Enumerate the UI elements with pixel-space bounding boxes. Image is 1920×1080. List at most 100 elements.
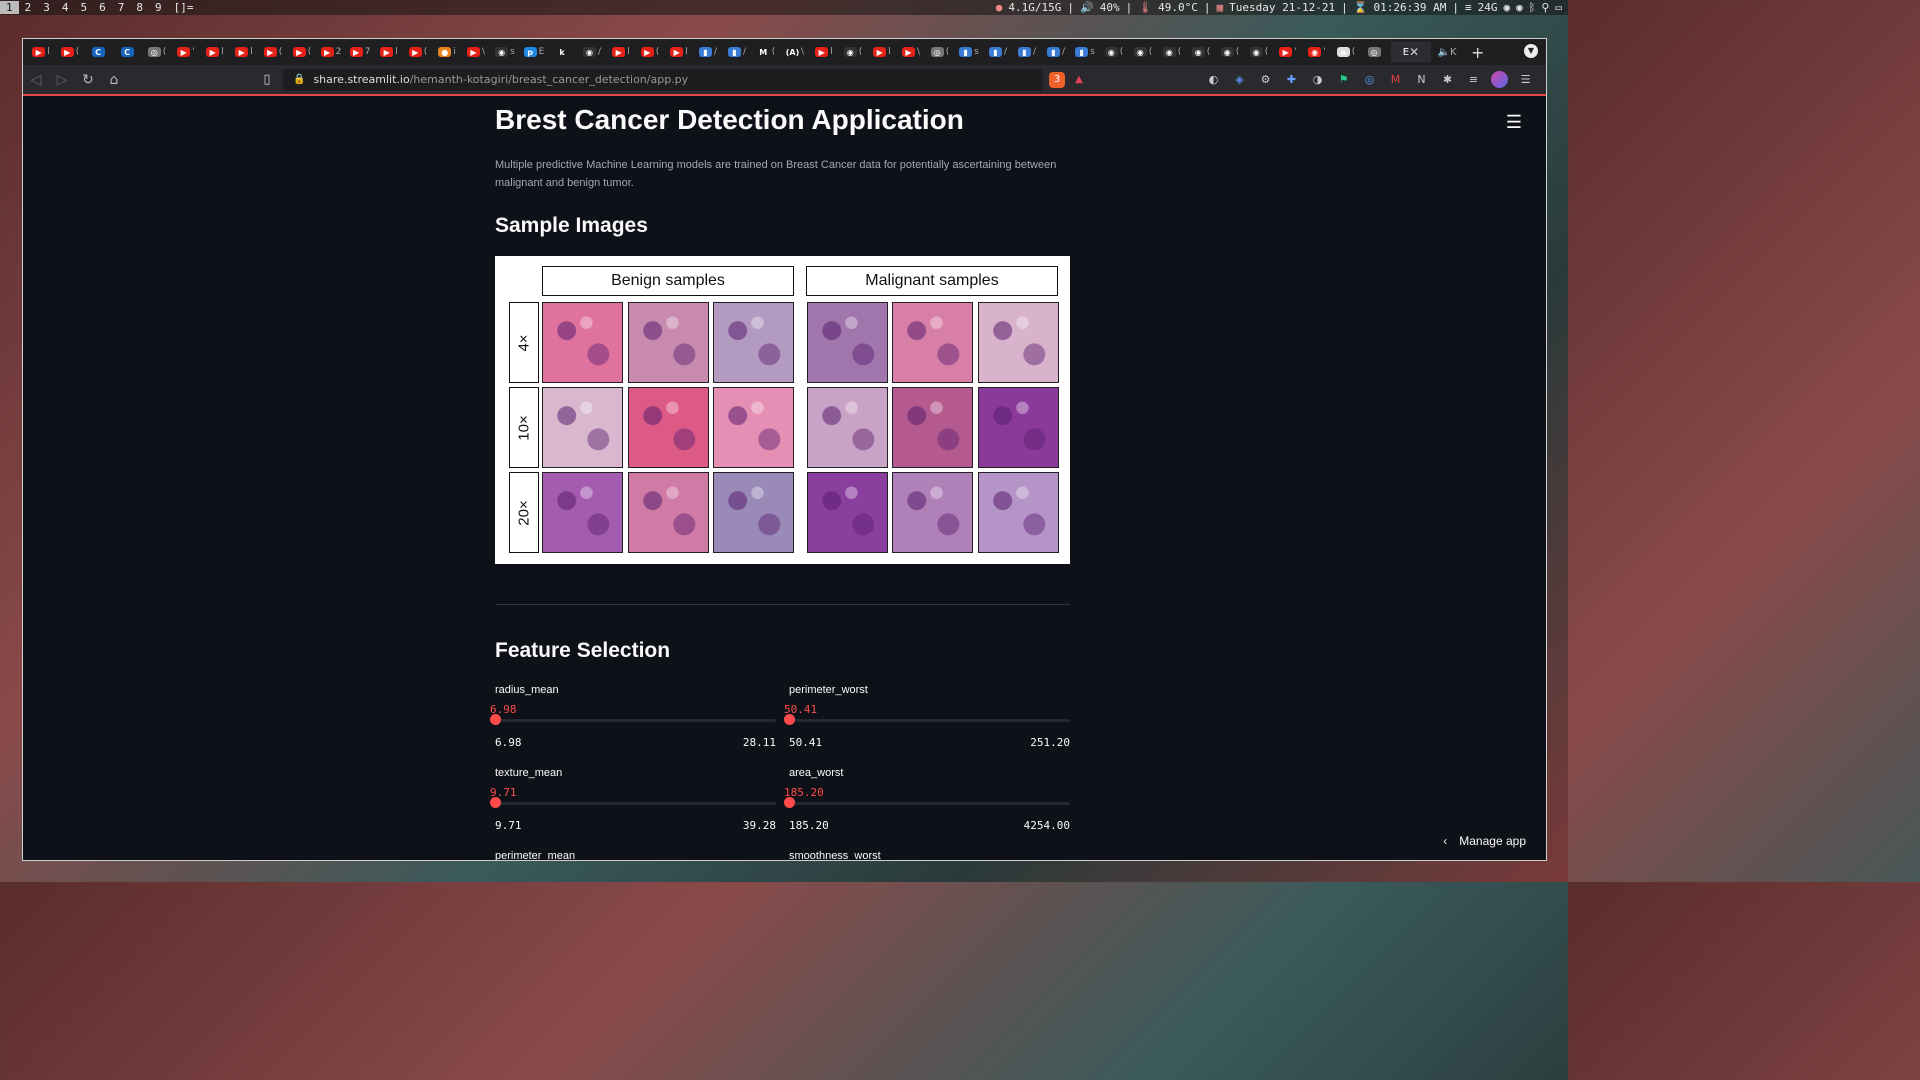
browser-tab[interactable]: ▶ \: [463, 42, 489, 62]
browser-tab[interactable]: ▶(: [289, 42, 315, 62]
browser-tab[interactable]: ◉(: [1188, 42, 1214, 62]
browser-tab[interactable]: C: [86, 42, 112, 62]
browser-tab[interactable]: ▮ /: [695, 42, 721, 62]
browser-tab[interactable]: ▶ l: [869, 42, 895, 62]
browser-tab[interactable]: ▶(: [57, 42, 83, 62]
browser-tab[interactable]: ◎(: [927, 42, 953, 62]
browser-tab[interactable]: ◉ /: [579, 42, 605, 62]
slider-track[interactable]: [789, 719, 1070, 722]
tab-audio[interactable]: 🔈 K: [1434, 42, 1460, 62]
browser-tab[interactable]: ◉(: [1101, 42, 1127, 62]
browser-tab[interactable]: ▶ l: [202, 42, 228, 62]
browser-tab[interactable]: ◉ ': [1304, 42, 1330, 62]
browser-tab[interactable]: ▶(: [405, 42, 431, 62]
workspace-7[interactable]: 7: [112, 1, 131, 14]
browser-tab[interactable]: ▮ /: [1014, 42, 1040, 62]
circle-extension-icon[interactable]: ◑: [1309, 71, 1326, 88]
browser-tab[interactable]: M(: [753, 42, 779, 62]
browser-tab[interactable]: ▶ l: [231, 42, 257, 62]
slider-smoothness-worst[interactable]: smoothness_worst: [789, 850, 1070, 860]
browser-tab[interactable]: C: [115, 42, 141, 62]
browser-tab[interactable]: ◉ s: [492, 42, 518, 62]
browser-tab[interactable]: (A) \: [782, 42, 808, 62]
slider-area-worst[interactable]: area_worst 185.20 185.20 4254.00: [784, 767, 1070, 847]
address-bar[interactable]: 🔒 share.streamlit.io /hemanth-kotagiri/b…: [283, 68, 1043, 91]
forward-arrow-icon[interactable]: ▷: [49, 72, 75, 88]
back-arrow-icon[interactable]: ◁: [23, 72, 49, 88]
home-icon[interactable]: ⌂: [101, 72, 127, 88]
browser-tab[interactable]: ▮ s: [1072, 42, 1098, 62]
workspace-5[interactable]: 5: [75, 1, 94, 14]
close-tab-icon[interactable]: ✕: [1409, 45, 1419, 59]
browser-tab[interactable]: ▮ s: [956, 42, 982, 62]
slider-texture-mean[interactable]: texture_mean 9.71 9.71 39.28: [490, 767, 776, 847]
slider-track[interactable]: [495, 802, 776, 805]
new-tab-button[interactable]: +: [1471, 43, 1484, 62]
browser-tab[interactable]: ▮ /: [985, 42, 1011, 62]
reload-icon[interactable]: ↻: [75, 72, 101, 88]
hamburger-menu-icon[interactable]: ☰: [1506, 112, 1522, 133]
flag-extension-icon[interactable]: ⚑: [1335, 71, 1352, 88]
workspace-8[interactable]: 8: [130, 1, 149, 14]
browser-tab[interactable]: ▶ l: [608, 42, 634, 62]
brave-shield-icon[interactable]: 3: [1049, 71, 1065, 88]
browser-tab[interactable]: ▶ 7: [347, 42, 373, 62]
browser-tab[interactable]: ▶ ': [173, 42, 199, 62]
browser-tab[interactable]: ◉(: [1130, 42, 1156, 62]
browser-tab[interactable]: ◎: [1362, 42, 1388, 62]
slider-track[interactable]: [789, 802, 1070, 805]
browser-tab[interactable]: ◉(: [1159, 42, 1185, 62]
slider-thumb[interactable]: [490, 797, 501, 808]
workspace-6[interactable]: 6: [93, 1, 112, 14]
playlist-icon[interactable]: ≡: [1465, 71, 1482, 88]
window-icon[interactable]: ▭: [1555, 1, 1562, 14]
browser-tab[interactable]: ◎(: [144, 42, 170, 62]
browser-tab[interactable]: ● i: [434, 42, 460, 62]
browser-tab[interactable]: ◉(: [1246, 42, 1272, 62]
bluetooth-icon[interactable]: ᛒ: [1529, 1, 1536, 14]
gear-extension-icon[interactable]: ⚙: [1257, 71, 1274, 88]
browser-tab[interactable]: ▮ /: [724, 42, 750, 62]
avatar[interactable]: [1491, 71, 1508, 88]
manage-app-button[interactable]: ‹ Manage app: [1443, 834, 1526, 848]
discord-icon[interactable]: ◉: [1503, 1, 1510, 14]
tab-active[interactable]: E ✕: [1391, 42, 1431, 62]
browser-tab[interactable]: ▶ l: [811, 42, 837, 62]
location-icon[interactable]: ⚲: [1541, 1, 1549, 14]
browser-tab[interactable]: pE: [521, 42, 547, 62]
slider-thumb[interactable]: [490, 714, 501, 725]
m-extension-icon[interactable]: M: [1387, 71, 1404, 88]
slider-perimeter-mean[interactable]: perimeter_mean: [495, 850, 776, 860]
browser-tab[interactable]: ▶ l: [376, 42, 402, 62]
plus-extension-icon[interactable]: ✚: [1283, 71, 1300, 88]
browser-tab[interactable]: k: [550, 42, 576, 62]
spy-extension-icon[interactable]: ◐: [1205, 71, 1222, 88]
puzzle-extensions-icon[interactable]: ✱: [1439, 71, 1456, 88]
compass-extension-icon[interactable]: ◈: [1231, 71, 1248, 88]
slider-track[interactable]: [495, 719, 776, 722]
browser-tab[interactable]: ▶ l: [28, 42, 54, 62]
menu-icon[interactable]: ☰: [1517, 71, 1534, 88]
browser-tab[interactable]: ▶ \: [898, 42, 924, 62]
slider-thumb[interactable]: [784, 797, 795, 808]
tab-menu-chevron-down-icon[interactable]: ▼: [1524, 44, 1538, 58]
browser-tab[interactable]: ▶ l: [666, 42, 692, 62]
workspace-3[interactable]: 3: [37, 1, 56, 14]
workspace-4[interactable]: 4: [56, 1, 75, 14]
browser-tab[interactable]: ◉(: [1217, 42, 1243, 62]
slider-perimeter-worst[interactable]: perimeter_worst 50.41 50.41 251.20: [784, 684, 1070, 764]
slider-radius-mean[interactable]: radius_mean 6.98 6.98 28.11: [490, 684, 776, 764]
workspace-2[interactable]: 2: [19, 1, 38, 14]
browser-tab[interactable]: ▶(: [260, 42, 286, 62]
brave-rewards-icon[interactable]: ▲: [1071, 72, 1087, 88]
browser-tab[interactable]: ▶(: [637, 42, 663, 62]
search-extension-icon[interactable]: ◎: [1361, 71, 1378, 88]
slider-thumb[interactable]: [784, 714, 795, 725]
browser-tab[interactable]: ▶ 2: [318, 42, 344, 62]
browser-tab[interactable]: ▶ ': [1275, 42, 1301, 62]
browser-tab[interactable]: a(: [1333, 42, 1359, 62]
workspace-1[interactable]: 1: [0, 1, 19, 14]
browser-tab[interactable]: ▮ /: [1043, 42, 1069, 62]
workspace-10[interactable]: []=: [168, 1, 200, 14]
browser-tab[interactable]: ◉(: [840, 42, 866, 62]
